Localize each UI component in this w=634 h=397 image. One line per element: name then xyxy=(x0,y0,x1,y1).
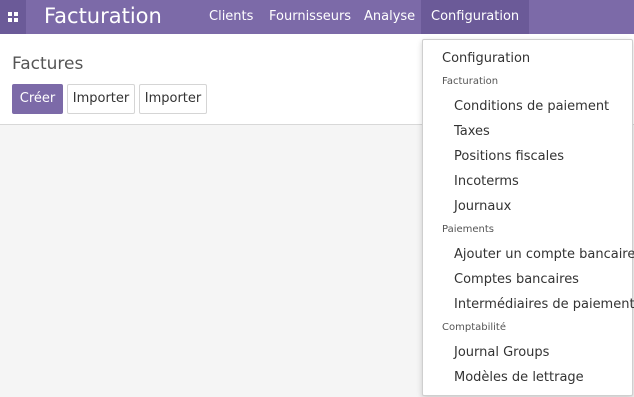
menu-item-intermediaires-paiement[interactable]: Intermédiaires de paiement xyxy=(454,297,634,312)
menu-item-journal-groups[interactable]: Journal Groups xyxy=(454,345,549,360)
import-button-2[interactable]: Importer xyxy=(139,84,207,114)
top-navbar: Facturation Clients Fournisseurs Analyse… xyxy=(0,0,634,34)
menu-analyse[interactable]: Analyse xyxy=(364,0,415,34)
configuration-dropdown: Configuration Facturation Conditions de … xyxy=(422,39,634,396)
dropdown-title[interactable]: Configuration xyxy=(442,51,530,66)
menu-fournisseurs[interactable]: Fournisseurs xyxy=(269,0,351,34)
menu-item-positions-fiscales[interactable]: Positions fiscales xyxy=(454,149,564,164)
apps-menu-button[interactable] xyxy=(0,0,26,34)
menu-item-journaux[interactable]: Journaux xyxy=(454,199,511,214)
menu-item-incoterms[interactable]: Incoterms xyxy=(454,174,519,189)
menu-item-taxes[interactable]: Taxes xyxy=(454,124,490,139)
create-button[interactable]: Créer xyxy=(12,84,63,114)
section-header-comptabilite: Comptabilité xyxy=(442,322,506,333)
menu-clients[interactable]: Clients xyxy=(209,0,253,34)
app-brand[interactable]: Facturation xyxy=(44,3,162,29)
import-button[interactable]: Importer xyxy=(67,84,135,114)
section-header-facturation: Facturation xyxy=(442,76,499,87)
menu-item-modeles-lettrage[interactable]: Modèles de lettrage xyxy=(454,370,584,385)
menu-item-conditions-paiement[interactable]: Conditions de paiement xyxy=(454,99,609,114)
apps-grid-icon xyxy=(8,12,18,22)
menu-configuration[interactable]: Configuration xyxy=(421,0,530,34)
section-header-paiements: Paiements xyxy=(442,224,495,235)
menu-item-ajouter-compte-bancaire[interactable]: Ajouter un compte bancaire xyxy=(454,247,634,262)
page-title: Factures xyxy=(12,54,84,74)
menu-item-comptes-bancaires[interactable]: Comptes bancaires xyxy=(454,272,579,287)
